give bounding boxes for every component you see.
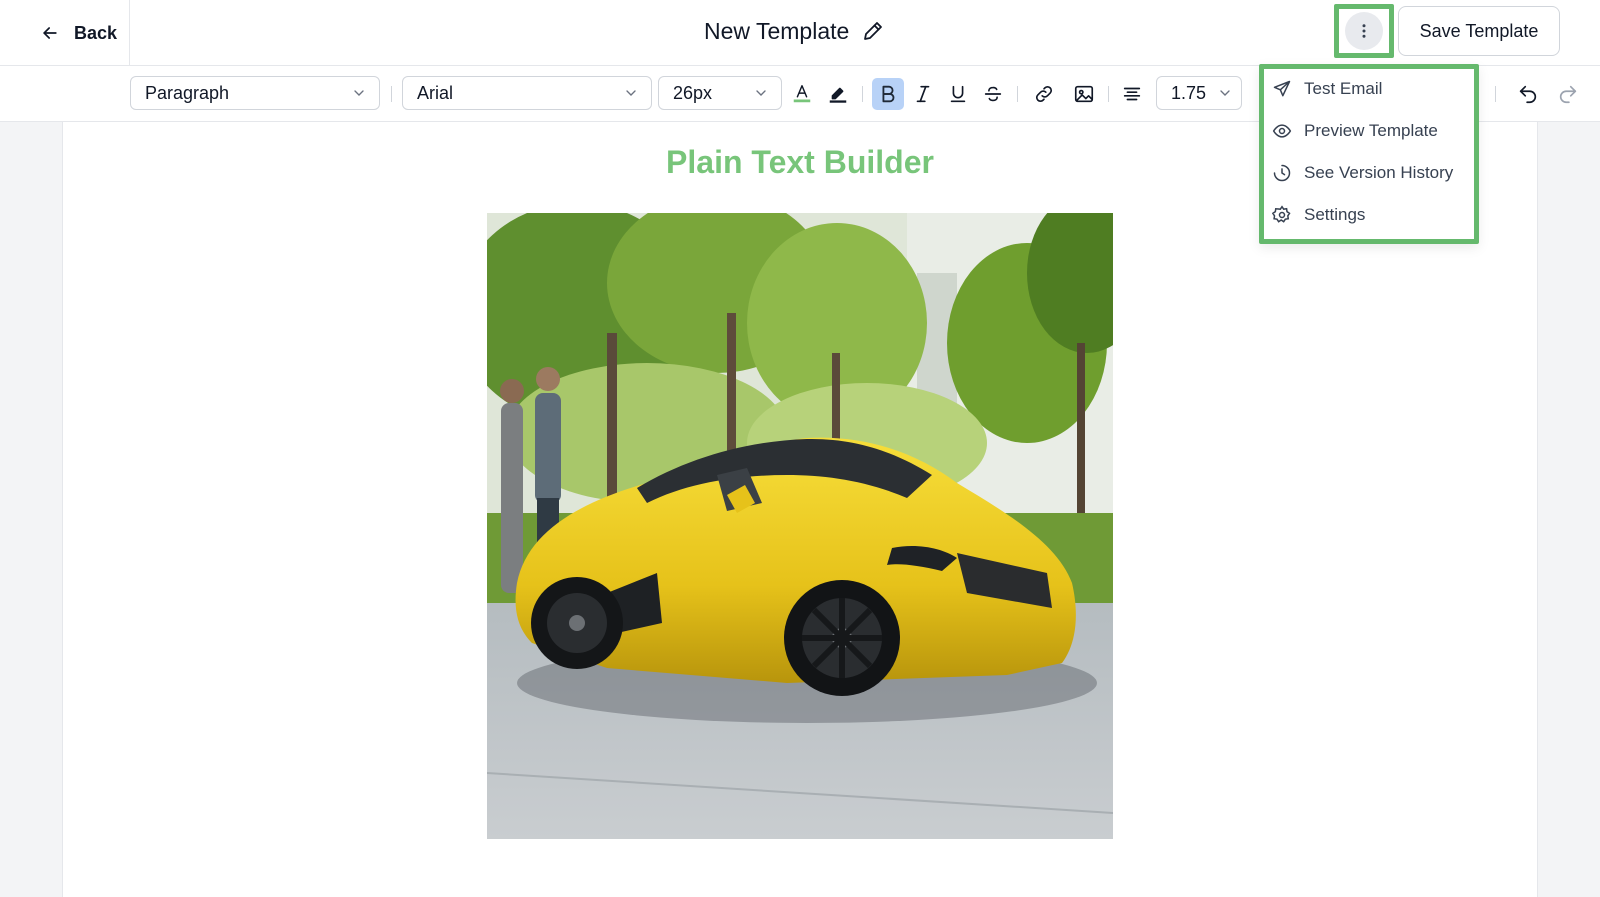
top-header: Back New Template Save Template [0, 0, 1600, 66]
kebab-menu-icon [1362, 24, 1366, 38]
toolbar-divider [1495, 86, 1496, 102]
menu-item-label: Test Email [1304, 79, 1383, 98]
highlighter-icon [829, 87, 847, 103]
menu-item-preview-template[interactable]: Preview Template [1272, 116, 1438, 146]
save-template-button[interactable]: Save Template [1398, 6, 1560, 56]
strikethrough-button[interactable] [977, 78, 1009, 110]
text-color-button[interactable] [786, 78, 818, 110]
more-options-button[interactable] [1345, 12, 1383, 50]
history-icon [1273, 164, 1291, 182]
insert-link-button[interactable] [1028, 78, 1060, 110]
redo-icon [1559, 85, 1577, 104]
block-type-value: Paragraph [145, 82, 230, 103]
image-icon [1074, 85, 1094, 103]
menu-item-label: Settings [1304, 205, 1366, 224]
toolbar-divider [1108, 86, 1109, 102]
more-options-highlight [1334, 4, 1394, 58]
menu-item-settings[interactable]: Settings [1272, 200, 1365, 230]
menu-item-test-email[interactable]: Test Email [1272, 74, 1382, 104]
menu-item-label: See Version History [1304, 163, 1454, 182]
bold-icon [882, 85, 895, 103]
chevron-down-icon [1220, 90, 1230, 96]
underline-icon [950, 85, 966, 103]
page-title: New Template [704, 17, 850, 44]
font-size-select[interactable]: 26px [658, 76, 782, 110]
content-image[interactable] [487, 213, 1113, 839]
underline-button[interactable] [942, 78, 974, 110]
align-button[interactable] [1116, 78, 1148, 110]
font-size-value: 26px [673, 82, 713, 103]
chevron-down-icon [354, 90, 364, 96]
italic-icon [916, 85, 930, 103]
line-height-select[interactable]: 1.75 [1156, 76, 1242, 110]
toolbar-divider [391, 86, 392, 102]
font-family-select[interactable]: Arial [402, 76, 652, 110]
send-icon [1273, 80, 1291, 97]
align-center-icon [1123, 87, 1141, 101]
insert-image-button[interactable] [1068, 78, 1100, 110]
pencil-icon[interactable] [861, 19, 885, 43]
chevron-down-icon [626, 90, 636, 96]
gear-icon [1272, 205, 1291, 223]
yellow-sports-car-photo [487, 213, 1113, 839]
italic-button[interactable] [907, 78, 939, 110]
text-color-icon [793, 85, 811, 103]
redo-button[interactable] [1552, 78, 1584, 110]
link-icon [1035, 85, 1053, 103]
line-height-value: 1.75 [1171, 82, 1207, 103]
undo-button[interactable] [1512, 78, 1544, 110]
menu-item-label: Preview Template [1304, 121, 1438, 140]
more-options-menu: Test Email Preview Template See Version … [1259, 64, 1479, 244]
toolbar-divider [862, 86, 863, 102]
arrow-left-icon [43, 27, 57, 39]
chevron-down-icon [756, 90, 766, 96]
template-title-area: New Template [704, 14, 885, 48]
toolbar-divider [1017, 86, 1018, 102]
menu-item-version-history[interactable]: See Version History [1272, 158, 1453, 188]
bold-button[interactable] [872, 78, 904, 110]
undo-icon [1519, 85, 1537, 104]
back-label: Back [74, 22, 118, 43]
eye-icon [1272, 124, 1292, 138]
strikethrough-icon [984, 86, 1002, 102]
back-button[interactable]: Back [0, 0, 130, 66]
font-family-value: Arial [417, 82, 454, 103]
block-type-select[interactable]: Paragraph [130, 76, 380, 110]
highlight-color-button[interactable] [822, 78, 854, 110]
